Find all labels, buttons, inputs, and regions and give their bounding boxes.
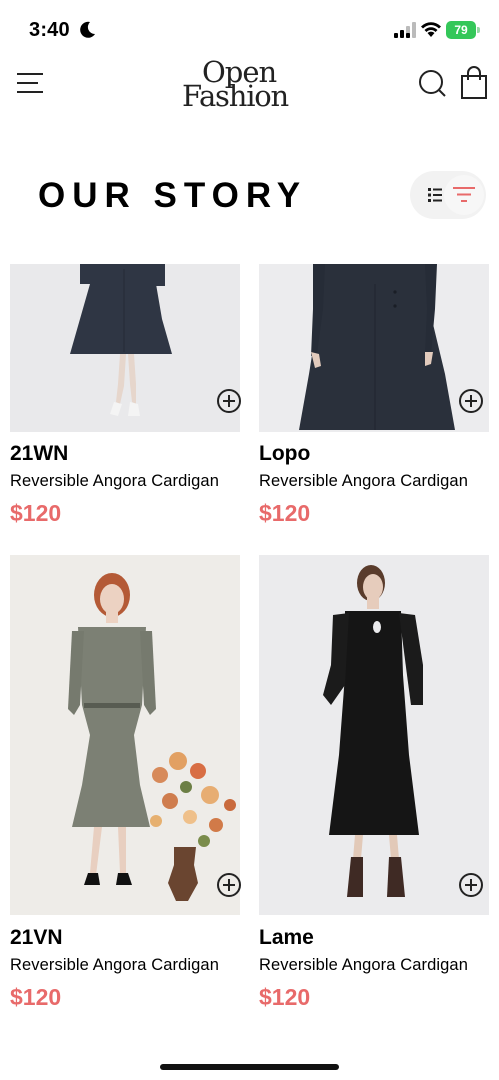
product-name: 21VN	[10, 926, 63, 949]
product-name: Lame	[259, 926, 314, 949]
product-card[interactable]: 21WN Reversible Angora Cardigan $120	[10, 264, 242, 534]
filter-button[interactable]	[444, 175, 484, 215]
product-price: $120	[10, 500, 62, 526]
dress-photo	[259, 555, 489, 915]
status-bar: 3:40 79	[0, 0, 499, 60]
status-time: 3:40	[29, 19, 70, 41]
product-description: Reversible Angora Cardigan	[10, 472, 219, 490]
product-price: $120	[259, 500, 311, 526]
search-icon[interactable]	[416, 67, 448, 99]
product-image[interactable]	[10, 264, 240, 432]
product-price: $120	[259, 984, 311, 1010]
product-image[interactable]	[259, 264, 489, 432]
product-name: 21WN	[10, 442, 69, 465]
product-image[interactable]	[259, 555, 489, 915]
product-description: Reversible Angora Cardigan	[259, 956, 468, 974]
product-image[interactable]	[10, 555, 240, 915]
product-description: Reversible Angora Cardigan	[259, 472, 468, 490]
app-header: Open Fashion	[0, 55, 499, 115]
battery-level: 79	[446, 21, 476, 39]
product-card[interactable]: Lame Reversible Angora Cardigan $120	[259, 555, 489, 1010]
dress-photo	[259, 264, 489, 432]
filter-icon	[453, 187, 475, 202]
add-circle-icon[interactable]	[458, 388, 484, 414]
logo-bottom-text: Fashion	[182, 79, 289, 113]
add-circle-icon[interactable]	[216, 388, 242, 414]
logo[interactable]: Open Fashion	[170, 55, 315, 115]
home-indicator[interactable]	[160, 1064, 339, 1070]
dress-photo	[10, 264, 240, 432]
menu-icon[interactable]	[14, 68, 46, 96]
add-circle-icon[interactable]	[216, 872, 242, 898]
moon-icon	[80, 21, 95, 38]
signal-icon	[394, 22, 416, 38]
product-card[interactable]: Lopo Reversible Angora Cardigan $120	[259, 264, 489, 534]
product-card[interactable]: 21VN Reversible Angora Cardigan $120	[10, 555, 242, 1010]
product-description: Reversible Angora Cardigan	[10, 956, 219, 974]
wifi-icon	[421, 22, 441, 37]
product-list-screen: 3:40 79 Open Fashion OUR STORY 21WN Reve…	[0, 0, 499, 1080]
product-name: Lopo	[259, 442, 311, 465]
battery-tip	[477, 27, 480, 33]
page-title: OUR STORY	[38, 176, 308, 215]
battery-icon: 79	[446, 21, 480, 39]
product-price: $120	[10, 984, 62, 1010]
dress-photo	[10, 555, 240, 915]
view-toggle	[410, 171, 486, 219]
add-circle-icon[interactable]	[458, 872, 484, 898]
shopping-bag-icon[interactable]	[458, 66, 490, 100]
